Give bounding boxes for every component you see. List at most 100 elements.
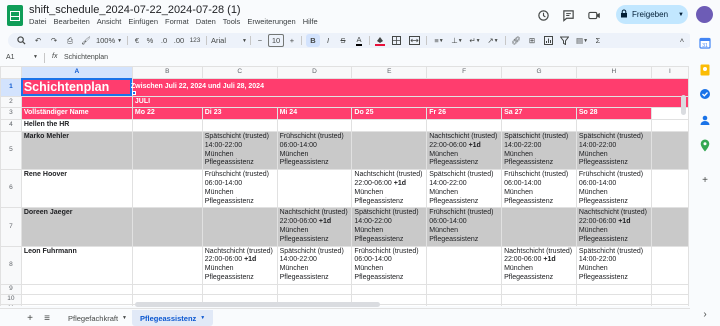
empty-shift-cell[interactable]: [426, 245, 503, 285]
cell[interactable]: [426, 293, 503, 305]
row-header-10[interactable]: 10: [0, 293, 22, 305]
cell[interactable]: [575, 303, 652, 306]
font-size-increase[interactable]: +: [287, 34, 297, 47]
empty-shift-cell[interactable]: [131, 207, 203, 247]
shift-cell[interactable]: Spätschicht (trusted) 14:00-22:00 München P…: [501, 130, 577, 171]
day-header-di[interactable]: Di 23: [201, 107, 278, 121]
video-call-icon[interactable]: [588, 8, 602, 22]
bold-button[interactable]: B: [306, 34, 320, 47]
cell[interactable]: [351, 119, 428, 132]
font-size-input[interactable]: 10: [268, 34, 284, 47]
cell[interactable]: [201, 119, 278, 132]
chevron-down-icon[interactable]: ▼: [122, 315, 127, 321]
cell[interactable]: [20, 293, 133, 305]
cell[interactable]: [351, 283, 428, 295]
decrease-decimal-button[interactable]: .0: [158, 34, 170, 47]
font-family-select[interactable]: Arial ▼: [211, 34, 247, 47]
employee-name-cell[interactable]: Doreen Jaeger: [20, 207, 133, 247]
strikethrough-icon[interactable]: S: [337, 34, 349, 47]
shift-cell[interactable]: Nachtschicht (trusted) 22:00-06:00 +1d Mün…: [276, 207, 353, 247]
menu-daten[interactable]: Daten: [196, 17, 216, 28]
row-header-11[interactable]: 11: [0, 303, 22, 306]
cell[interactable]: [131, 283, 203, 295]
shift-cell[interactable]: Frühschicht (trusted) 06:00-14:00 München P…: [351, 245, 428, 285]
vertical-scrollbar[interactable]: [681, 95, 686, 115]
text-rotation-icon[interactable]: ↗ ▼: [485, 34, 501, 47]
comment-icon[interactable]: [561, 8, 575, 22]
cell[interactable]: [575, 283, 652, 295]
day-header-so[interactable]: So 28: [575, 107, 652, 121]
sheets-logo-icon[interactable]: [7, 5, 23, 26]
contacts-icon[interactable]: [698, 113, 712, 127]
menu-tools[interactable]: Tools: [223, 17, 241, 28]
add-addon-icon[interactable]: +: [698, 173, 712, 187]
cell[interactable]: [575, 119, 652, 132]
shift-cell[interactable]: Nachtschicht (trusted) 22:00-06:00 +1d Mün…: [501, 245, 577, 285]
print-icon[interactable]: ⎙: [64, 34, 76, 47]
shift-cell[interactable]: Nachtschicht (trusted) 22:00-06:00 +1d Mün…: [201, 245, 278, 285]
italic-button[interactable]: I: [322, 34, 334, 47]
column-header-g[interactable]: G: [501, 66, 577, 79]
cell[interactable]: [20, 283, 133, 295]
shift-cell[interactable]: Spätschicht (trusted) 14:00-22:00 München P…: [575, 130, 652, 171]
cell[interactable]: [201, 283, 278, 295]
chevron-down-icon[interactable]: ▼: [33, 54, 38, 60]
empty-shift-cell[interactable]: [131, 245, 203, 285]
row-header-4[interactable]: 4: [0, 119, 22, 132]
shift-cell[interactable]: Nachtschicht (trusted) 22:00-06:00 +1d Mün…: [575, 207, 652, 247]
search-icon[interactable]: [15, 34, 27, 47]
date-range-cell[interactable]: Zwischen Juli 22, 2024 und Juli 28, 2024: [131, 77, 689, 97]
row-header-3[interactable]: 3: [0, 107, 22, 121]
cell[interactable]: [650, 207, 689, 247]
day-header-mi[interactable]: Mi 24: [276, 107, 353, 121]
row-header-5[interactable]: 5: [0, 130, 22, 171]
add-sheet-icon[interactable]: +: [23, 312, 37, 324]
cell[interactable]: [501, 119, 577, 132]
row-header-6[interactable]: 6: [0, 169, 22, 209]
chevron-down-icon[interactable]: ▼: [200, 315, 205, 321]
row-header-8[interactable]: 8: [0, 245, 22, 285]
shift-cell[interactable]: Nachtschicht (trusted) 22:00-06:00 +1d Mün…: [426, 130, 503, 171]
shift-cell[interactable]: Spätschicht (trusted) 14:00-22:00 München P…: [276, 245, 353, 285]
borders-icon[interactable]: [390, 34, 402, 47]
column-header-e[interactable]: E: [351, 66, 428, 79]
cell[interactable]: [501, 283, 577, 295]
shift-cell[interactable]: Spätschicht (trusted) 14:00-22:00 München P…: [426, 169, 503, 209]
empty-shift-cell[interactable]: [131, 130, 203, 171]
column-header-a[interactable]: A: [20, 66, 133, 79]
undo-icon[interactable]: ↶: [32, 34, 44, 47]
column-header-b[interactable]: B: [131, 66, 203, 79]
row-header-9[interactable]: 9: [0, 283, 22, 295]
cell[interactable]: [575, 293, 652, 305]
menu-einfuegen[interactable]: Einfügen: [128, 17, 158, 28]
day-header-sa[interactable]: Sa 27: [501, 107, 577, 121]
share-button[interactable]: Freigeben ▼: [616, 5, 688, 24]
paint-format-icon[interactable]: 🖌: [80, 34, 92, 47]
shift-cell[interactable]: Frühschicht (trusted) 06:00-14:00 München P…: [201, 169, 278, 209]
shift-cell[interactable]: Frühschicht (trusted) 06:00-14:00 München P…: [575, 169, 652, 209]
title-cell[interactable]: Schichtenplan: [20, 77, 133, 97]
align-horizontal-icon[interactable]: ≡ ▼: [431, 34, 447, 47]
cell[interactable]: [501, 303, 577, 306]
link-icon[interactable]: 🔗︎: [510, 34, 522, 47]
month-cell[interactable]: JULI: [131, 95, 689, 109]
menu-erweiterungen[interactable]: Erweiterungen: [247, 17, 295, 28]
formula-input[interactable]: Schichtenplan: [64, 54, 108, 61]
history-icon[interactable]: [536, 8, 550, 22]
percent-button[interactable]: %: [145, 34, 155, 47]
cell[interactable]: [650, 303, 689, 306]
comment-add-icon[interactable]: ⊞: [526, 34, 538, 47]
shift-cell[interactable]: Frühschicht (trusted) 06:00-14:00 München P…: [276, 130, 353, 171]
menu-format[interactable]: Format: [165, 17, 189, 28]
cell[interactable]: [426, 119, 503, 132]
select-all-corner[interactable]: [0, 66, 22, 79]
align-vertical-icon[interactable]: ⊥ ▼: [449, 34, 465, 47]
cell-reference-box[interactable]: A1: [6, 54, 15, 61]
collapse-toolbar-icon[interactable]: ˄: [676, 34, 688, 47]
column-header-h[interactable]: H: [575, 66, 652, 79]
currency-euro-button[interactable]: €: [132, 34, 142, 47]
tasks-icon[interactable]: [698, 87, 712, 101]
fill-color-icon[interactable]: [374, 34, 386, 47]
cell[interactable]: [650, 119, 689, 132]
filter-views-icon[interactable]: ▤ ▼: [574, 34, 590, 47]
